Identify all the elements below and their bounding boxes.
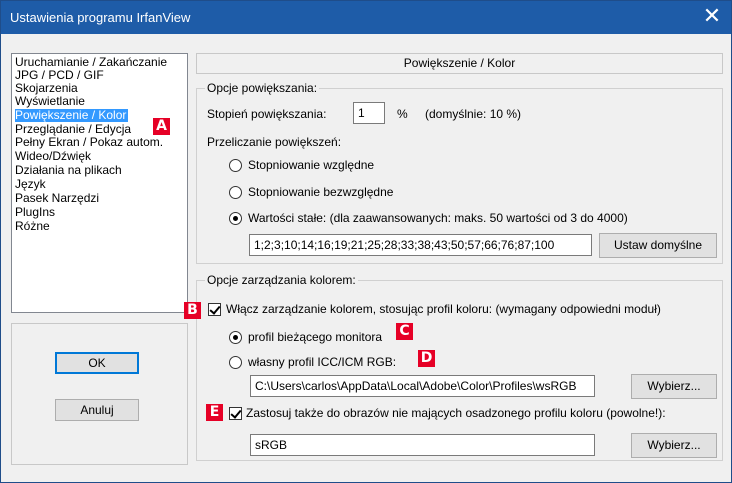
marker-c: C [396, 323, 413, 340]
own-profile-label[interactable]: własny profil ICC/ICM RGB: [248, 355, 396, 369]
browse-profile-button[interactable]: Wybierz... [631, 374, 717, 399]
category-item-video-audio[interactable]: Wideo/Dźwięk [15, 150, 91, 163]
buttons-frame [11, 323, 188, 465]
apply-untagged-label[interactable]: Zastosuj także do obrazów nie mających o… [246, 406, 666, 420]
own-profile-radio[interactable] [229, 356, 242, 369]
enable-color-management-label[interactable]: Włącz zarządzanie kolorem, stosując prof… [226, 302, 661, 316]
fixed-values-radio[interactable] [229, 212, 242, 225]
settings-window: Ustawienia programu IrfanView ✕ Uruchami… [0, 0, 732, 483]
category-list[interactable]: Uruchamianie / Zakańczanie JPG / PCD / G… [11, 53, 188, 313]
apply-profile-input[interactable]: sRGB [250, 434, 595, 456]
monitor-profile-radio[interactable] [229, 331, 242, 344]
fixed-values-label[interactable]: Wartości stałe: (dla zaawansowanych: mak… [248, 211, 628, 225]
category-item-fullscreen[interactable]: Pełny Ekran / Pokaz autom. [15, 136, 163, 149]
category-item-language[interactable]: Język [15, 178, 46, 191]
zoom-step-unit: % [397, 107, 408, 121]
zoom-step-label: Stopień powiększania: [207, 107, 327, 121]
fixed-values-input[interactable]: 1;2;3;10;14;16;19;21;25;28;33;38;43;50;5… [249, 234, 592, 256]
category-item-zoom-color[interactable]: Powiększenie / Kolor [15, 109, 129, 122]
own-profile-path-input[interactable]: C:\Users\carlos\AppData\Local\Adobe\Colo… [250, 375, 595, 397]
recalc-label: Przeliczanie powiększeń: [207, 135, 342, 149]
category-item-file-operations[interactable]: Działania na plikach [15, 164, 122, 177]
category-item-plugins[interactable]: PlugIns [15, 206, 55, 219]
apply-untagged-checkbox[interactable] [229, 407, 242, 420]
zoom-step-default: (domyślnie: 10 %) [425, 107, 522, 121]
set-defaults-button[interactable]: Ustaw domyślne [599, 233, 717, 258]
absolute-zoom-radio[interactable] [229, 186, 242, 199]
relative-zoom-radio[interactable] [229, 159, 242, 172]
panel-title: Powiększenie / Kolor [196, 53, 723, 74]
window-title: Ustawienia programu IrfanView [10, 10, 191, 25]
category-item-misc[interactable]: Różne [15, 220, 50, 233]
marker-a: A [153, 118, 170, 135]
absolute-zoom-label[interactable]: Stopniowanie bezwzględne [248, 185, 393, 199]
relative-zoom-label[interactable]: Stopniowanie względne [248, 158, 374, 172]
browse-profile-button-2[interactable]: Wybierz... [631, 433, 717, 458]
enable-color-management-checkbox[interactable] [208, 303, 221, 316]
category-item-toolbar[interactable]: Pasek Narzędzi [15, 192, 99, 205]
color-group-title: Opcje zarządzania kolorem: [205, 273, 358, 287]
zoom-group-title: Opcje powiększania: [205, 81, 320, 95]
zoom-step-input[interactable]: 1 [353, 102, 385, 124]
close-icon[interactable]: ✕ [699, 5, 725, 29]
monitor-profile-label[interactable]: profil bieżącego monitora [248, 330, 382, 344]
marker-b: B [184, 302, 201, 319]
cancel-button[interactable]: Anuluj [55, 399, 139, 421]
category-item-display[interactable]: Wyświetlanie [15, 95, 85, 108]
title-bar[interactable]: Ustawienia programu IrfanView ✕ [1, 1, 731, 34]
ok-button[interactable]: OK [55, 352, 139, 374]
marker-e: E [206, 404, 223, 421]
marker-d: D [418, 350, 435, 367]
